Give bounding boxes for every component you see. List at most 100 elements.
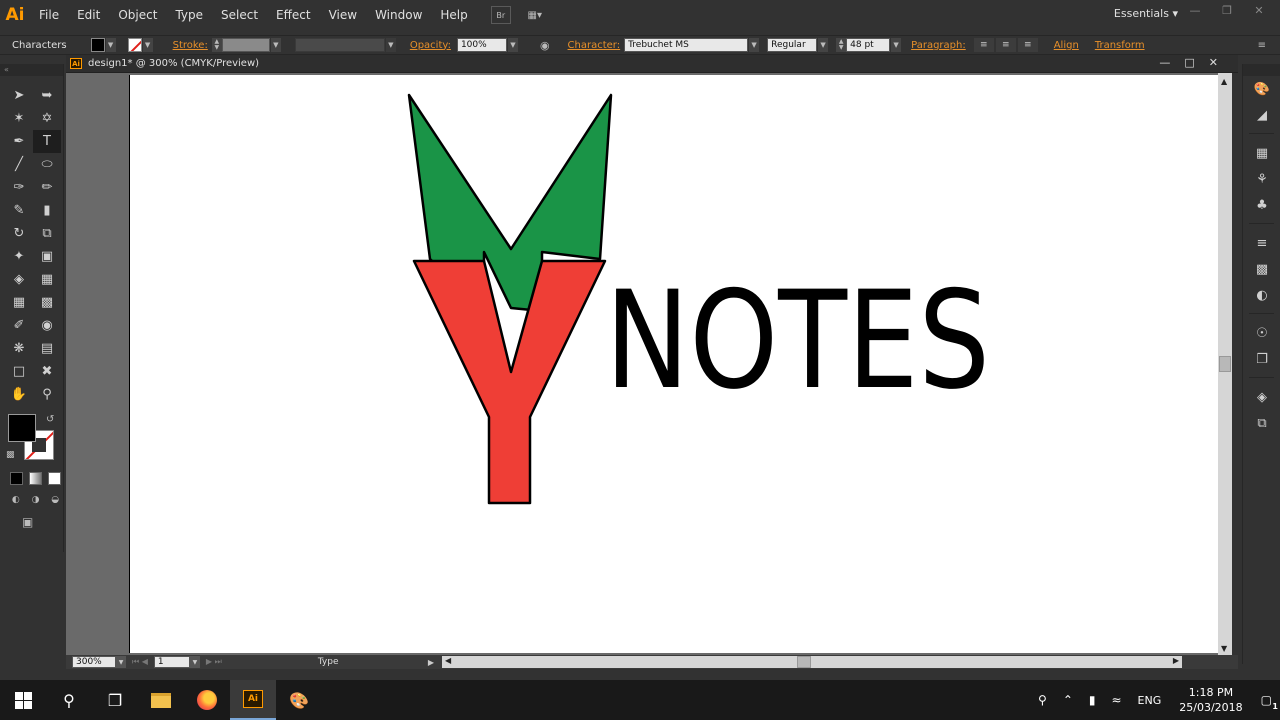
panel-menu-icon[interactable]: ≡	[1258, 40, 1266, 51]
draw-normal-icon[interactable]: ◐	[8, 493, 24, 507]
horizontal-scrollbar[interactable]: ◀ ▶	[441, 656, 1182, 668]
align-center-icon[interactable]: ≡	[995, 38, 1016, 52]
color-panel-icon[interactable]: 🎨	[1243, 76, 1280, 102]
doc-maximize-button[interactable]: □	[1184, 56, 1194, 69]
profile-dropdown[interactable]: ▼	[385, 38, 396, 52]
color-mode-icon[interactable]	[10, 472, 23, 485]
symbol-sprayer-tool-icon[interactable]: ❋	[5, 337, 33, 360]
blend-tool-icon[interactable]: ◉	[33, 314, 61, 337]
brushes-panel-icon[interactable]: ⚘	[1243, 166, 1280, 192]
zoom-tool-icon[interactable]: ⚲	[33, 383, 61, 406]
artboard-number-field[interactable]: 1	[153, 656, 190, 668]
type-tool-icon[interactable]: T	[33, 130, 61, 153]
gradient-tool-icon[interactable]: ▩	[33, 291, 61, 314]
close-button[interactable]: ✕	[1244, 2, 1274, 18]
opacity-field[interactable]: 100%	[456, 38, 507, 52]
none-mode-icon[interactable]	[48, 472, 61, 485]
artboard-dropdown[interactable]: ▼	[189, 656, 200, 668]
paint-app-button[interactable]: 🎨	[276, 680, 322, 720]
stroke-dropdown[interactable]: ▼	[142, 38, 153, 52]
width-tool-icon[interactable]: ✦	[5, 245, 33, 268]
draw-behind-icon[interactable]: ◑	[28, 493, 44, 507]
gradient-panel-icon[interactable]: ▩	[1243, 256, 1280, 282]
column-graph-tool-icon[interactable]: ▤	[33, 337, 61, 360]
eraser-tool-icon[interactable]: ▮	[33, 199, 61, 222]
wifi-icon[interactable]: ≈	[1111, 693, 1121, 707]
font-size-dropdown[interactable]: ▼	[891, 38, 902, 52]
symbols-panel-icon[interactable]: ♣	[1243, 192, 1280, 218]
shape-builder-tool-icon[interactable]: ◈	[5, 268, 33, 291]
artboard[interactable]: NOTES	[129, 75, 1219, 653]
doc-close-button[interactable]: ✕	[1209, 56, 1218, 69]
graphic-styles-panel-icon[interactable]: ❐	[1243, 346, 1280, 372]
start-button[interactable]	[0, 680, 46, 720]
notes-text[interactable]: NOTES	[605, 262, 990, 419]
perspective-grid-tool-icon[interactable]: ▦	[33, 268, 61, 291]
draw-inside-icon[interactable]: ◒	[47, 493, 63, 507]
menu-edit[interactable]: Edit	[68, 0, 109, 30]
align-panel-link[interactable]: Align	[1054, 40, 1079, 51]
pen-tool-icon[interactable]: ✒	[5, 130, 33, 153]
transform-panel-link[interactable]: Transform	[1095, 40, 1145, 51]
scroll-right-icon[interactable]: ▶	[1173, 656, 1179, 665]
default-colors-icon[interactable]: ▩	[6, 450, 15, 460]
font-size-field[interactable]: 48 pt	[846, 38, 891, 52]
stroke-weight-field[interactable]	[221, 38, 270, 52]
swap-fill-stroke-icon[interactable]: ↺	[46, 414, 54, 425]
bridge-button[interactable]: Br	[490, 6, 511, 24]
layers-panel-icon[interactable]: ◈	[1243, 384, 1280, 410]
menu-type[interactable]: Type	[166, 0, 212, 30]
scroll-up-icon[interactable]: ▲	[1221, 77, 1227, 86]
minimize-button[interactable]: —	[1180, 2, 1210, 18]
scale-tool-icon[interactable]: ⧉	[33, 222, 61, 245]
direct-selection-tool-icon[interactable]: ➥	[33, 84, 61, 107]
artboards-panel-icon[interactable]: ⧉	[1243, 410, 1280, 436]
scroll-left-icon[interactable]: ◀	[445, 656, 451, 665]
canvas-area[interactable]: NOTES	[66, 73, 1232, 655]
font-family-dropdown[interactable]: ▼	[749, 38, 760, 52]
people-icon[interactable]: ⚲	[1038, 693, 1047, 707]
stroke-stepper[interactable]: ▲ ▼	[211, 38, 222, 52]
line-tool-icon[interactable]: ╱	[5, 153, 33, 176]
slice-tool-icon[interactable]: ✖	[33, 360, 61, 383]
hand-tool-icon[interactable]: ✋	[5, 383, 33, 406]
opacity-label[interactable]: Opacity:	[410, 40, 451, 51]
swatches-panel-icon[interactable]: ▦	[1243, 140, 1280, 166]
fill-color-swatch[interactable]	[90, 38, 105, 52]
free-transform-tool-icon[interactable]: ▣	[33, 245, 61, 268]
firefox-button[interactable]	[184, 680, 230, 720]
menu-window[interactable]: Window	[366, 0, 431, 30]
stroke-weight-dropdown[interactable]: ▼	[270, 38, 281, 52]
dock-header[interactable]	[1243, 64, 1280, 76]
menu-file[interactable]: File	[30, 0, 68, 30]
align-left-icon[interactable]: ≡	[973, 38, 994, 52]
action-center-icon[interactable]: ▢ 1	[1261, 693, 1278, 711]
appearance-panel-icon[interactable]: ☉	[1243, 320, 1280, 346]
fill-dropdown[interactable]: ▼	[105, 38, 116, 52]
vertical-scroll-thumb[interactable]	[1219, 356, 1231, 372]
pencil-tool-icon[interactable]: ✏	[33, 176, 61, 199]
zoom-field[interactable]: 300%	[72, 656, 116, 668]
clock[interactable]: 1:18 PM 25/03/2018	[1179, 685, 1242, 715]
task-view-button[interactable]: ❐	[92, 680, 138, 720]
eyedropper-tool-icon[interactable]: ✐	[5, 314, 33, 337]
font-style-dropdown[interactable]: ▼	[818, 38, 829, 52]
opacity-dropdown[interactable]: ▼	[507, 38, 518, 52]
stroke-panel-icon[interactable]: ≡	[1243, 230, 1280, 256]
rotate-tool-icon[interactable]: ↻	[5, 222, 33, 245]
variable-width-profile[interactable]	[294, 38, 385, 52]
next-artboard-icon[interactable]: ▶ ⏭	[206, 657, 222, 667]
doc-minimize-button[interactable]: —	[1159, 56, 1170, 69]
document-tab[interactable]: Ai design1* @ 300% (CMYK/Preview) — □ ✕	[66, 55, 1238, 73]
character-label[interactable]: Character:	[568, 40, 621, 51]
stroke-color-swatch[interactable]	[127, 38, 142, 52]
paintbrush-tool-icon[interactable]: ✑	[5, 176, 33, 199]
zoom-dropdown[interactable]: ▼	[116, 656, 126, 668]
menu-help[interactable]: Help	[431, 0, 476, 30]
paragraph-label[interactable]: Paragraph:	[911, 40, 966, 51]
color-guide-icon[interactable]: ◢	[1243, 102, 1280, 128]
font-family-field[interactable]: Trebuchet MS	[624, 38, 749, 52]
restore-button[interactable]: ❐	[1212, 2, 1242, 18]
stroke-label[interactable]: Stroke:	[173, 40, 208, 51]
menu-effect[interactable]: Effect	[267, 0, 320, 30]
